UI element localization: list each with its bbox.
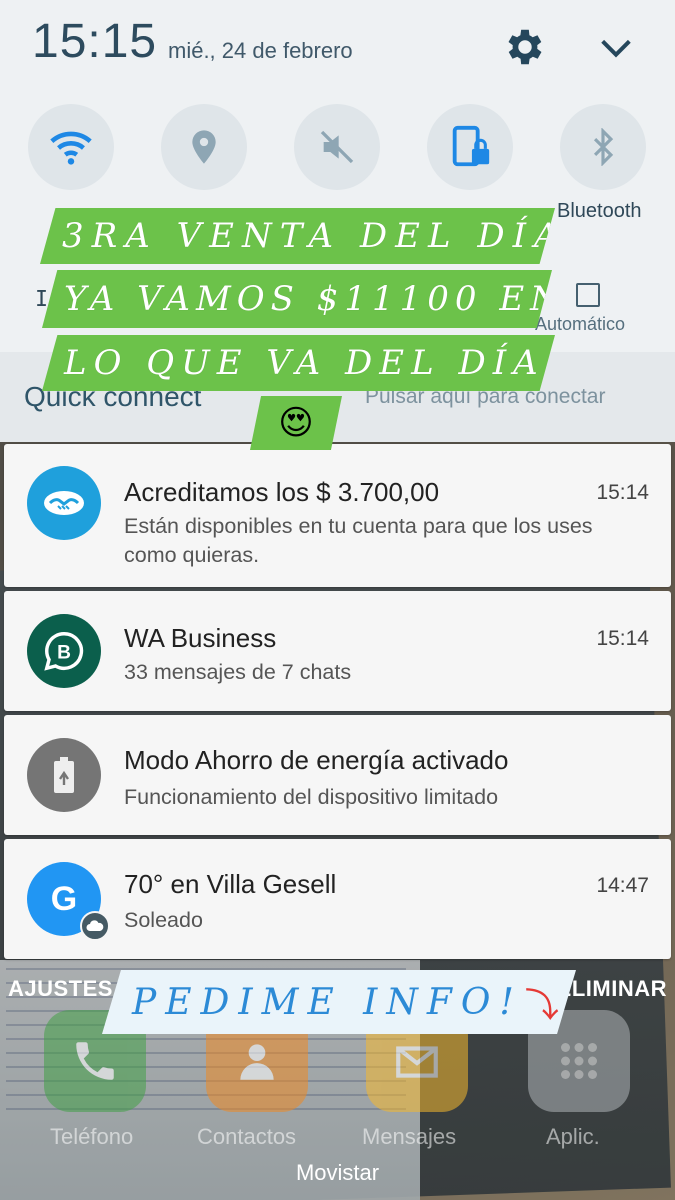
- screen-rotation-lock-icon: [452, 125, 490, 167]
- bluetooth-label: Bluetooth: [557, 200, 642, 222]
- date[interactable]: mié., 24 de febrero: [168, 38, 353, 64]
- sticker-text-1: 3RA VENTA DEL DÍA!: [62, 216, 589, 256]
- svg-text:B: B: [57, 642, 71, 663]
- sticker-info-text: PEDIME INFO!: [132, 981, 523, 1023]
- sticker-text-3: LO QUE VA DEL DÍA!: [64, 343, 566, 383]
- notification-time: 15:14: [596, 481, 649, 504]
- bluetooth-icon: [593, 128, 614, 166]
- whatsapp-business-icon: B: [27, 614, 101, 688]
- sticker-info: PEDIME INFO! ⤵: [102, 970, 576, 1034]
- notification-text: Funcionamiento del dispositivo limitado: [124, 785, 499, 809]
- location-pin-icon: [192, 130, 216, 164]
- sticker-line-1: 3RA VENTA DEL DÍA!: [40, 208, 555, 264]
- notification-time: 14:47: [596, 874, 649, 897]
- dock-label-messages: Mensajes: [362, 1124, 457, 1149]
- bluetooth-toggle[interactable]: [560, 104, 646, 190]
- notification-time: 15:14: [596, 627, 649, 650]
- chevron-down-icon[interactable]: [594, 28, 638, 68]
- notification-text: Soleado: [124, 908, 203, 932]
- cloud-icon: [80, 911, 110, 941]
- notification-title: WA Business: [124, 623, 277, 653]
- carrier-name: Movistar: [295, 1160, 380, 1185]
- screen-lock-toggle[interactable]: [427, 104, 513, 190]
- dock-label-contacts: Contactos: [197, 1124, 297, 1149]
- clock: 15:15: [32, 15, 158, 68]
- settings-button[interactable]: AJUSTES: [8, 976, 113, 1002]
- clear-all-button[interactable]: ELIMINAR: [557, 976, 667, 1002]
- sticker-line-3: LO QUE VA DEL DÍA!: [42, 335, 555, 391]
- gear-icon[interactable]: [502, 24, 548, 70]
- notification-power-saving[interactable]: Modo Ahorro de energía activado Funciona…: [4, 715, 671, 835]
- location-toggle[interactable]: [161, 104, 247, 190]
- dock-label-apps: Aplic.: [546, 1124, 600, 1149]
- notification-title: Modo Ahorro de energía activado: [124, 745, 509, 775]
- sticker-emoji: 😍: [250, 396, 342, 450]
- sticker-text-2: YA VAMOS $11100 EN: [64, 279, 566, 319]
- heart-eyes-emoji-icon: 😍: [278, 404, 314, 442]
- mute-icon: [320, 130, 354, 164]
- notification-weather[interactable]: G 70° en Villa Gesell 14:47 Soleado: [4, 839, 671, 959]
- sound-toggle[interactable]: [294, 104, 380, 190]
- auto-brightness-label: Automático: [535, 314, 626, 334]
- brightness-icon-fragment: ⵊ: [36, 286, 48, 311]
- notification-text: 33 mensajes de 7 chats: [124, 660, 352, 684]
- handshake-icon: [27, 466, 101, 540]
- status-row: 15:15 mié., 24 de febrero: [0, 0, 675, 92]
- sticker-line-2: YA VAMOS $11100 EN: [42, 270, 552, 328]
- notification-title: 70° en Villa Gesell: [124, 869, 337, 899]
- wifi-icon: [50, 131, 92, 165]
- auto-brightness-checkbox[interactable]: [576, 283, 600, 307]
- notification-text: Están disponibles en tu cuenta para que …: [124, 514, 593, 567]
- notification-title: Acreditamos los $ 3.700,00: [124, 477, 440, 507]
- wifi-toggle[interactable]: [28, 104, 114, 190]
- notification-wa-business[interactable]: B WA Business 15:14 33 mensajes de 7 cha…: [4, 591, 671, 711]
- notification-mercadopago[interactable]: Acreditamos los $ 3.700,00 15:14 Están d…: [4, 444, 671, 587]
- dock-label-phone: Teléfono: [50, 1124, 134, 1149]
- battery-saver-icon: [27, 738, 101, 812]
- arrow-down-icon: ⤵: [524, 986, 559, 1025]
